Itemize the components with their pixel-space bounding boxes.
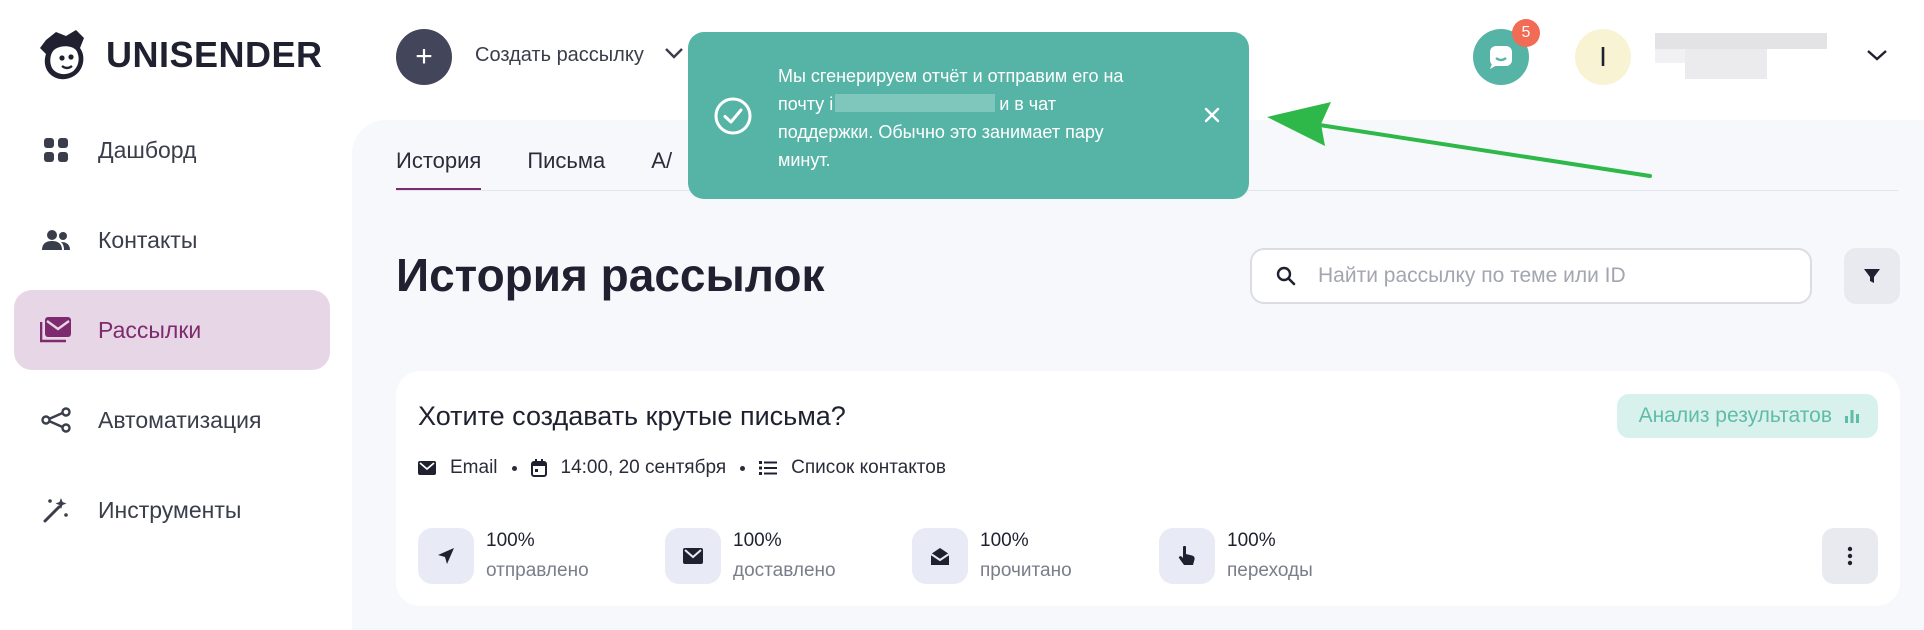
avatar[interactable]: I — [1575, 29, 1631, 85]
notification-badge: 5 — [1512, 19, 1540, 47]
campaign-channel: Email — [418, 457, 498, 479]
email-redacted — [835, 94, 996, 112]
stat-sent: 100% отправлено — [418, 528, 665, 584]
analyze-results-label: Анализ результатов — [1638, 404, 1832, 427]
separator-dot — [740, 465, 746, 471]
stat-value: 100% — [733, 530, 782, 551]
toast-line: почту i и в чат — [778, 90, 1178, 118]
sidebar-item-contacts[interactable]: Контакты — [14, 200, 330, 280]
list-icon — [759, 461, 778, 475]
sidebar: UNISENDER Дашборд Контакты Рассылки Авто… — [0, 0, 352, 630]
toast-close-button[interactable] — [1197, 100, 1227, 130]
more-actions-button[interactable] — [1822, 528, 1878, 584]
sidebar-item-label: Автоматизация — [98, 406, 262, 433]
toast-line: Мы сгенерируем отчёт и отправим его на — [778, 66, 1124, 86]
campaign-title[interactable]: Хотите создавать крутые письма? — [418, 401, 846, 432]
logo-icon — [40, 30, 84, 80]
contacts-icon — [40, 224, 72, 256]
toast-line-part: и в чат — [999, 94, 1057, 114]
stat-label: переходы — [1227, 560, 1313, 581]
envelope-icon — [418, 461, 436, 475]
stat-opened: 100% прочитано — [912, 528, 1159, 584]
bar-chart-icon — [1845, 410, 1859, 423]
analyze-results-button[interactable]: Анализ результатов — [1616, 394, 1878, 438]
page-title: История рассылок — [396, 249, 825, 301]
sidebar-item-label: Рассылки — [98, 316, 202, 343]
toast-message: Мы сгенерируем отчёт и отправим его на п… — [778, 62, 1178, 174]
plus-icon: + — [415, 40, 433, 73]
calendar-icon — [530, 459, 547, 477]
channel-label: Email — [450, 457, 498, 478]
campaign-list: Список контактов — [759, 457, 946, 479]
stat-label: прочитано — [980, 560, 1072, 581]
chevron-down-icon[interactable] — [664, 46, 684, 60]
open-envelope-icon — [912, 528, 968, 584]
logo[interactable]: UNISENDER — [36, 26, 323, 84]
tab-history[interactable]: История — [396, 148, 482, 191]
toast-line: поддержки. Обычно это занимает пару — [778, 122, 1104, 142]
campaign-meta: Email 14:00, 20 сентября Список контакто… — [418, 457, 946, 479]
automation-icon — [40, 404, 72, 436]
chat-icon — [1490, 46, 1512, 69]
magic-wand-icon — [40, 494, 72, 526]
pointer-icon — [1159, 528, 1215, 584]
send-icon — [418, 528, 474, 584]
sidebar-item-label: Контакты — [98, 226, 198, 253]
toast-line: минут. — [778, 150, 831, 170]
stat-value: 100% — [1227, 530, 1276, 551]
sidebar-item-automation[interactable]: Автоматизация — [14, 380, 330, 460]
stat-label: доставлено — [733, 560, 836, 581]
stat-delivered: 100% доставлено — [665, 528, 912, 584]
create-campaign-label[interactable]: Создать рассылку — [475, 44, 644, 67]
tabs: История Письма A/ — [396, 148, 672, 191]
separator-dot — [511, 465, 517, 471]
campaign-card: Хотите создавать крутые письма? Анализ р… — [396, 371, 1900, 606]
account-name-redacted — [1655, 33, 1827, 79]
filter-icon — [1864, 269, 1880, 283]
stat-value: 100% — [980, 530, 1029, 551]
more-vertical-icon — [1847, 546, 1853, 566]
check-circle-icon — [714, 97, 752, 135]
annotation-arrow — [1267, 102, 1652, 178]
list-label: Список контактов — [791, 457, 946, 478]
toast-notification: Мы сгенерируем отчёт и отправим его на п… — [688, 32, 1249, 199]
dashboard-icon — [40, 134, 72, 166]
campaign-stats: 100% отправлено 100% доставлено 100% про… — [418, 528, 1406, 584]
stat-clicks: 100% переходы — [1159, 528, 1406, 584]
search-input[interactable] — [1318, 264, 1758, 288]
sidebar-item-label: Инструменты — [98, 496, 242, 523]
campaign-datetime: 14:00, 20 сентября — [530, 457, 727, 479]
tab-letters[interactable]: Письма — [527, 148, 605, 191]
brand-name: UNISENDER — [106, 34, 323, 75]
tab-ab-tests[interactable]: A/ — [651, 148, 672, 191]
mail-icon — [40, 314, 72, 346]
search-icon — [1276, 266, 1296, 286]
toast-line-part: почту i — [778, 94, 834, 114]
sidebar-item-dashboard[interactable]: Дашборд — [14, 110, 330, 190]
sidebar-item-label: Дашборд — [98, 136, 197, 163]
stat-value: 100% — [486, 530, 535, 551]
sidebar-nav: Дашборд Контакты Рассылки Автоматизация … — [14, 110, 330, 560]
sidebar-item-campaigns[interactable]: Рассылки — [14, 290, 330, 370]
create-campaign-button[interactable]: + — [396, 29, 452, 85]
envelope-icon — [665, 528, 721, 584]
sidebar-item-tools[interactable]: Инструменты — [14, 470, 330, 550]
stat-label: отправлено — [486, 560, 589, 581]
search-box[interactable] — [1250, 248, 1812, 304]
account-menu-chevron-icon[interactable] — [1866, 48, 1888, 62]
close-icon — [1204, 107, 1220, 123]
datetime-label: 14:00, 20 сентября — [560, 457, 727, 478]
filter-button[interactable] — [1844, 248, 1900, 304]
